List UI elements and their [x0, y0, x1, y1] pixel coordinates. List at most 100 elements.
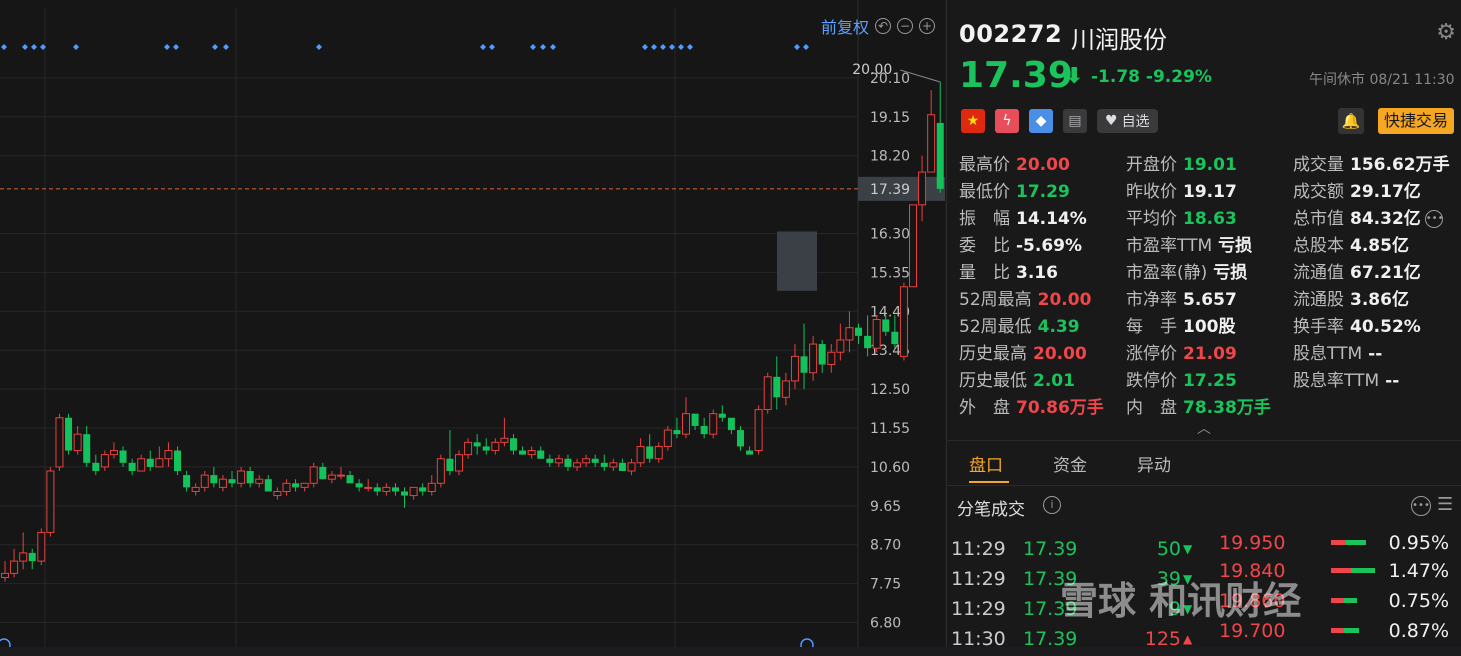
candle-body — [827, 351, 836, 366]
candle-body — [891, 331, 899, 345]
candle-body — [309, 466, 318, 484]
candle-body — [200, 474, 209, 488]
sell-bar — [1331, 568, 1351, 573]
buy-bar — [1351, 568, 1375, 573]
stat-cell: 总市值 84.32亿 ••• — [1293, 206, 1459, 233]
more-icon[interactable]: ••• — [1424, 210, 1443, 228]
adjust-mode-button[interactable]: 前复权 — [821, 14, 869, 38]
level-percent: 0.95% — [1388, 532, 1449, 554]
candle-body — [872, 318, 881, 349]
stat-cell: 最高价 20.00 — [959, 152, 1126, 179]
stat-value: 29.17亿 — [1350, 182, 1421, 202]
candle-body — [746, 450, 754, 455]
candle-body — [464, 441, 473, 456]
candle-body — [527, 450, 536, 456]
market-status: 午间休市 08/21 11:30 — [1309, 72, 1455, 88]
stat-value: -5.69% — [1016, 236, 1083, 256]
tab-funds[interactable]: 资金 — [1053, 451, 1087, 476]
stat-cell: 外 盘 70.86万手 — [959, 395, 1126, 422]
candle-body — [409, 486, 418, 497]
tag-icon[interactable]: ◆ — [1029, 109, 1053, 133]
candle-body — [1, 572, 9, 578]
info-icon[interactable]: i — [1043, 496, 1061, 514]
candle-body — [473, 442, 481, 447]
event-marker-icon — [164, 44, 170, 50]
stat-label: 52周最高 — [959, 290, 1032, 310]
kline-chart-panel[interactable]: 20.10 19.15 18.20 17.39 16.30 15.35 14.40 13.45… — [0, 0, 945, 647]
event-marker-icon — [212, 44, 218, 50]
y-tick-label: 8.70 — [870, 538, 901, 554]
sell-bar — [1331, 628, 1344, 633]
bell-icon[interactable]: 🔔 — [1338, 108, 1364, 134]
event-marker-icon — [678, 44, 684, 50]
tab-orderbook[interactable]: 盘口 — [969, 451, 1003, 476]
stat-value: 20.00 — [1016, 155, 1070, 175]
event-marker-icon — [660, 44, 666, 50]
collapse-chevron-icon[interactable]: ︿ — [1197, 418, 1211, 438]
event-marker-icon — [550, 44, 556, 50]
candle-body — [573, 462, 582, 468]
zoom-out-icon[interactable]: − — [897, 18, 913, 34]
level-percent: 1.47% — [1388, 560, 1449, 582]
tab-anomaly[interactable]: 异动 — [1137, 451, 1171, 476]
stat-label: 内 盘 — [1126, 398, 1177, 418]
y-tick-label: 17.39 — [870, 182, 910, 198]
stat-value: 19.17 — [1183, 182, 1237, 202]
candle-body — [636, 445, 645, 464]
candle-body — [10, 560, 19, 574]
zoom-in-icon[interactable]: + — [919, 18, 935, 34]
stat-cell: 52周最高 20.00 — [959, 287, 1126, 314]
event-marker-icon — [540, 44, 546, 50]
add-watchlist-button[interactable]: ♥ 自选 — [1097, 109, 1158, 133]
stat-label: 流通股 — [1293, 290, 1344, 310]
candle-body — [427, 482, 436, 492]
reset-icon[interactable]: ↶ — [875, 18, 891, 34]
more-options-icon[interactable]: ••• — [1411, 496, 1431, 516]
stat-value: 78.38万手 — [1183, 398, 1271, 418]
candle-body — [65, 417, 73, 451]
candle-body — [292, 483, 300, 488]
candle-body — [727, 417, 735, 431]
stat-label: 昨收价 — [1126, 182, 1177, 202]
stat-value: 100股 — [1183, 317, 1236, 337]
candle-body — [519, 450, 527, 455]
quick-trade-button[interactable]: 快捷交易 — [1378, 108, 1455, 134]
event-marker-icon — [22, 44, 28, 50]
event-marker-icon — [480, 44, 486, 50]
stat-value: 18.63 — [1183, 209, 1237, 229]
candle-body — [855, 327, 863, 336]
candle-body — [382, 486, 391, 492]
candle-body — [491, 441, 500, 452]
lightning-icon[interactable]: ϟ — [995, 109, 1019, 133]
current-price: 17.39 — [959, 55, 1073, 96]
bottom-event-icon — [800, 638, 814, 647]
stat-cell: 历史最低 2.01 — [959, 368, 1126, 395]
note-icon[interactable]: ▤ — [1063, 109, 1087, 133]
candle-body — [591, 458, 599, 463]
candle-body — [646, 446, 654, 459]
stat-value: 3.16 — [1016, 263, 1058, 283]
y-tick-label: 9.65 — [870, 499, 901, 515]
candle-body — [83, 434, 91, 463]
list-view-icon[interactable]: ☰ — [1437, 494, 1453, 515]
stat-cell: 52周最低 4.39 — [959, 314, 1126, 341]
stat-label: 成交量 — [1293, 155, 1344, 175]
candle-body — [218, 478, 227, 488]
candle-body — [773, 376, 781, 398]
trade-volume: 50 — [1156, 538, 1181, 560]
stat-value: 4.39 — [1037, 317, 1080, 337]
candle-body — [92, 462, 100, 472]
candle-body — [319, 466, 327, 480]
candle-body — [146, 458, 154, 467]
candle-body — [401, 491, 409, 496]
kline-chart[interactable]: 20.1019.1518.2017.3916.3015.3514.4013.45… — [0, 0, 945, 647]
stat-cell: 平均价 18.63 — [1126, 206, 1293, 233]
candle-body — [754, 409, 763, 452]
price-level-row: 19.950 0.95% — [1219, 532, 1451, 560]
stats-row: 最低价 17.29 昨收价 19.17 成交额 29.17亿 — [959, 179, 1459, 206]
stats-row: 量 比 3.16 市盈率(静) 亏损 流通值 67.21亿 — [959, 260, 1459, 287]
china-flag-icon[interactable]: ★ — [961, 109, 985, 133]
gear-icon[interactable]: ⚙ — [1436, 20, 1456, 45]
candle-body — [73, 433, 82, 452]
stat-label: 总股本 — [1293, 236, 1344, 256]
